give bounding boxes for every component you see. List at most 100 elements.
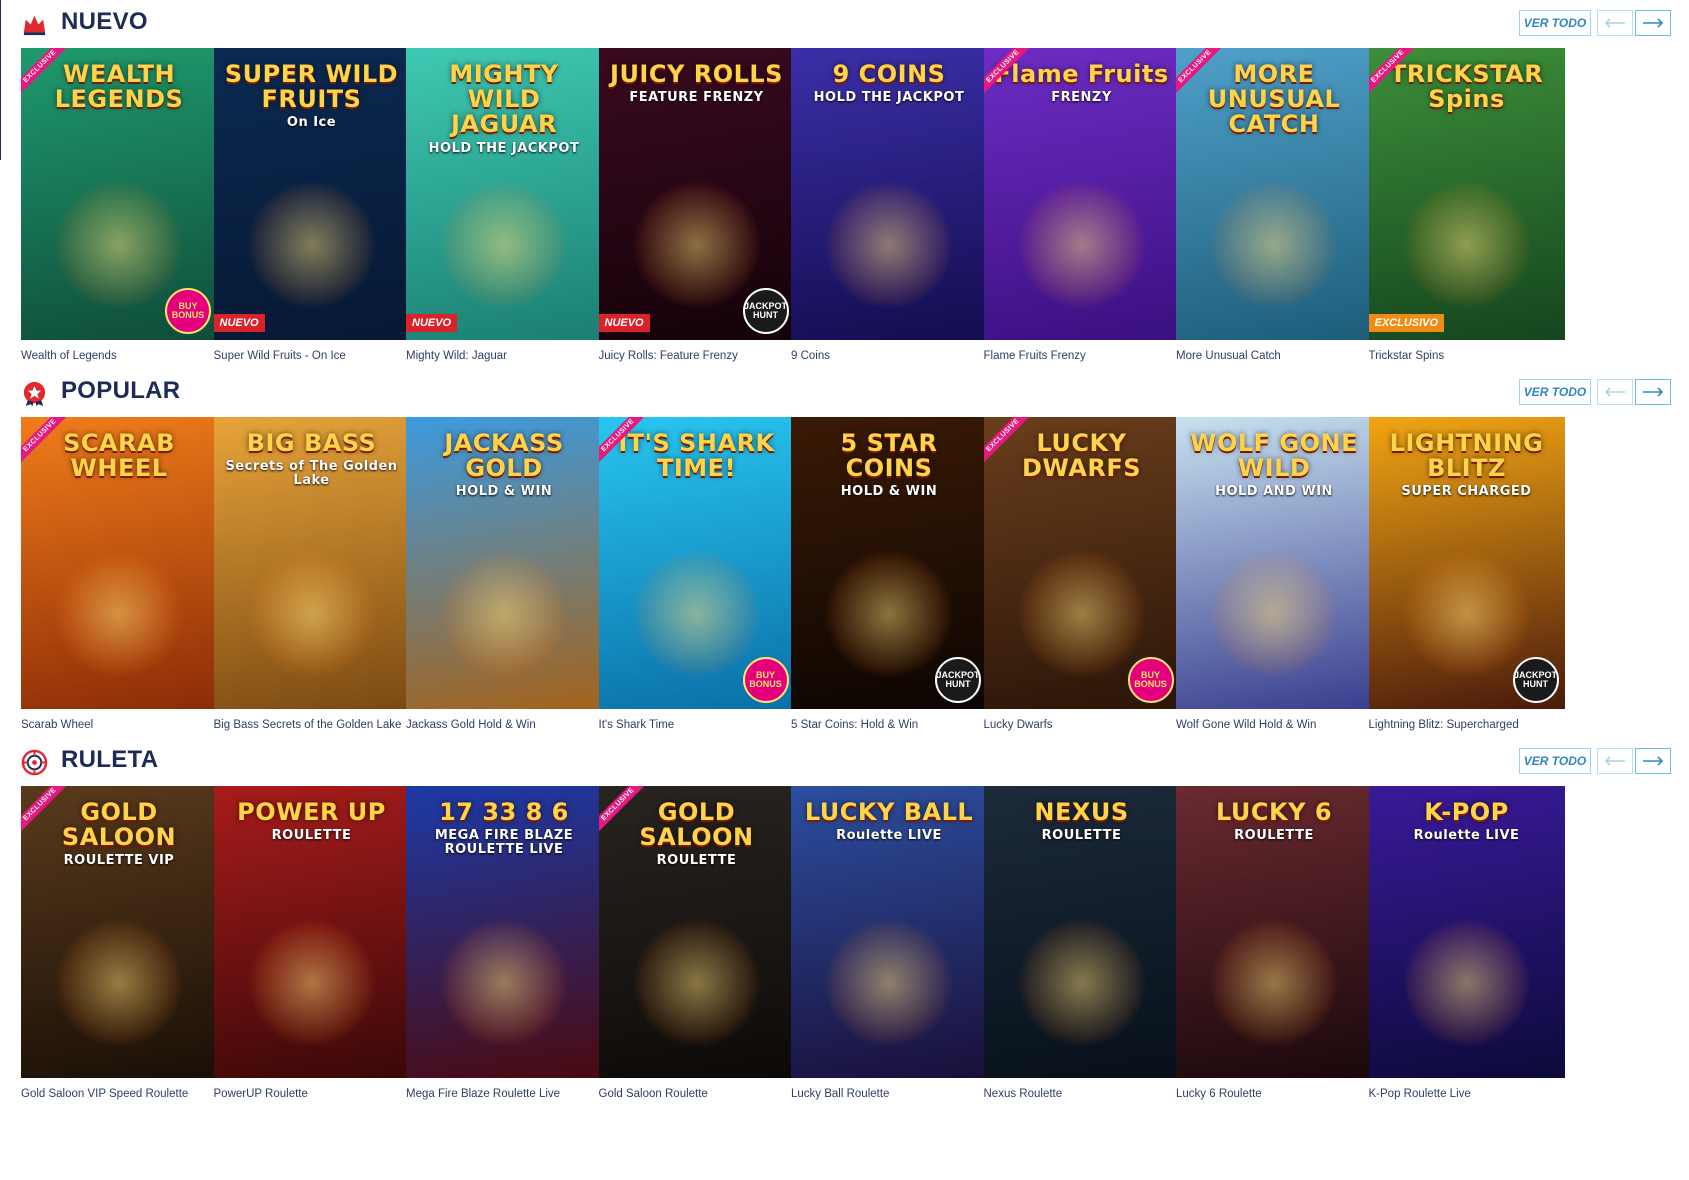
game-thumbnail[interactable]: Flame Fruits FRENZY EXCLUSIVE	[983, 48, 1180, 340]
game-thumbnail[interactable]: TRICKSTAR Spins EXCLUSIVE EXCLUSIVO	[1368, 48, 1565, 340]
game-card[interactable]: 9 COINS HOLD THE JACKPOT 9 Coins	[791, 48, 987, 362]
game-card[interactable]: 17 33 8 6 MEGA FIRE BLAZE ROULETTE LIVE Me…	[406, 786, 602, 1100]
game-thumbnail[interactable]: WOLF GONE WILD HOLD AND WIN	[1176, 417, 1372, 709]
game-name[interactable]: More Unusual Catch	[1176, 350, 1372, 362]
game-card[interactable]: LUCKY DWARFS EXCLUSIVE BUY BONUS Lucky Dwar…	[983, 417, 1180, 731]
game-thumbnail[interactable]: JUICY ROLLS FEATURE FRENZY NUEVO JACKPOT HU…	[598, 48, 795, 340]
game-card[interactable]: MIGHTY WILD JAGUAR HOLD THE JACKPOT NUEVO M…	[406, 48, 602, 362]
game-logo-subtitle: MEGA FIRE BLAZE ROULETTE LIVE	[434, 828, 574, 857]
carousel-prev-button[interactable]	[1597, 10, 1633, 36]
game-thumbnail[interactable]: GOLD SALOON ROULETTE EXCLUSIVE	[598, 786, 795, 1078]
view-all-button[interactable]: VER TODO	[1519, 379, 1591, 405]
game-card[interactable]: JUICY ROLLS FEATURE FRENZY NUEVO JACKPOT HU…	[598, 48, 795, 362]
game-name[interactable]: PowerUP Roulette	[214, 1088, 410, 1100]
game-card[interactable]: Flame Fruits FRENZY EXCLUSIVE Flame Fruits …	[983, 48, 1180, 362]
game-thumbnail[interactable]: LUCKY BALL Roulette LIVE	[791, 786, 987, 1078]
game-card[interactable]: K-POP Roulette LIVE K-Pop Roulette Live	[1368, 786, 1565, 1100]
game-name[interactable]: Lucky Dwarfs	[984, 719, 1180, 731]
game-thumbnail[interactable]: 9 COINS HOLD THE JACKPOT	[791, 48, 987, 340]
artwork-glow	[1016, 549, 1147, 679]
game-thumbnail[interactable]: 17 33 8 6 MEGA FIRE BLAZE ROULETTE LIVE	[406, 786, 602, 1078]
game-name[interactable]: Wolf Gone Wild Hold & Win	[1176, 719, 1372, 731]
game-name[interactable]: Nexus Roulette	[984, 1088, 1180, 1100]
game-name[interactable]: Jackass Gold Hold & Win	[406, 719, 602, 731]
game-card[interactable]: LIGHTNING BLITZ SUPER CHARGED JACKPOT HUNT…	[1368, 417, 1565, 731]
game-name[interactable]: 5 Star Coins: Hold & Win	[791, 719, 987, 731]
game-name[interactable]: Wealth of Legends	[21, 350, 217, 362]
game-logo-subtitle: HOLD AND WIN	[1215, 484, 1333, 500]
game-thumbnail[interactable]: POWER UP ROULETTE	[213, 786, 410, 1078]
section-nuevo: NUEVO VER TODO WEALTH LEGENDS EXCLUSIVE BUY …	[21, 6, 1671, 362]
artwork-glow	[631, 180, 762, 310]
game-card[interactable]: BIG BASS Secrets of The Golden Lake Big Ba…	[213, 417, 410, 731]
carousel-prev-button[interactable]	[1597, 748, 1633, 774]
game-card[interactable]: LUCKY BALL Roulette LIVE Lucky Ball Roulet…	[791, 786, 987, 1100]
game-thumbnail[interactable]: K-POP Roulette LIVE	[1368, 786, 1565, 1078]
game-thumbnail[interactable]: LIGHTNING BLITZ SUPER CHARGED JACKPOT HUNT	[1368, 417, 1565, 709]
game-name[interactable]: Lucky 6 Roulette	[1176, 1088, 1372, 1100]
game-name[interactable]: Mega Fire Blaze Roulette Live	[406, 1088, 602, 1100]
game-thumbnail[interactable]: WEALTH LEGENDS EXCLUSIVE BUY BONUS	[21, 48, 217, 340]
game-thumbnail[interactable]: 5 STAR COINS HOLD & WIN JACKPOT HUNT	[791, 417, 987, 709]
game-thumbnail[interactable]: LUCKY DWARFS EXCLUSIVE BUY BONUS	[983, 417, 1180, 709]
game-name[interactable]: K-Pop Roulette Live	[1369, 1088, 1565, 1100]
artwork-glow	[246, 549, 377, 679]
star-badge-icon	[21, 380, 48, 407]
game-logo-text: IT'S SHARK TIME!	[618, 429, 775, 483]
game-name[interactable]: Big Bass Secrets of the Golden Lake	[214, 719, 410, 731]
game-name[interactable]: Gold Saloon VIP Speed Roulette	[21, 1088, 217, 1100]
game-thumbnail[interactable]: IT'S SHARK TIME! EXCLUSIVE BUY BONUS	[598, 417, 795, 709]
section-title: RULETA	[61, 746, 159, 773]
game-card[interactable]: SUPER WILD FRUITS On Ice NUEVO Super Wild F…	[213, 48, 410, 362]
carousel-next-button[interactable]	[1635, 379, 1671, 405]
game-thumbnail[interactable]: SCARAB WHEEL EXCLUSIVE	[21, 417, 217, 709]
game-card[interactable]: IT'S SHARK TIME! EXCLUSIVE BUY BONUS It's S…	[598, 417, 795, 731]
game-name[interactable]: Trickstar Spins	[1369, 350, 1565, 362]
game-card[interactable]: JACKASS GOLD HOLD & WIN Jackass Gold Hold …	[406, 417, 602, 731]
game-card[interactable]: SCARAB WHEEL EXCLUSIVE Scarab Wheel	[21, 417, 217, 731]
crown-icon	[21, 11, 48, 38]
game-thumbnail[interactable]: MORE UNUSUAL CATCH EXCLUSIVE	[1176, 48, 1372, 340]
game-name[interactable]: Lucky Ball Roulette	[791, 1088, 987, 1100]
view-all-button[interactable]: VER TODO	[1519, 748, 1591, 774]
game-card[interactable]: LUCKY 6 ROULETTE Lucky 6 Roulette	[1176, 786, 1372, 1100]
game-thumbnail[interactable]: MIGHTY WILD JAGUAR HOLD THE JACKPOT NUEVO	[406, 48, 602, 340]
section-title: POPULAR	[61, 377, 181, 404]
game-card[interactable]: NEXUS ROULETTE Nexus Roulette	[983, 786, 1180, 1100]
game-logo-subtitle: HOLD & WIN	[455, 484, 553, 500]
game-thumbnail[interactable]: BIG BASS Secrets of The Golden Lake	[213, 417, 410, 709]
game-card[interactable]: TRICKSTAR Spins EXCLUSIVE EXCLUSIVO Trickst…	[1368, 48, 1565, 362]
game-logo-text: LUCKY BALL Roulette LIVE	[797, 799, 981, 844]
game-name[interactable]: Gold Saloon Roulette	[599, 1088, 795, 1100]
game-name[interactable]: Scarab Wheel	[21, 719, 217, 731]
carousel-next-button[interactable]	[1635, 748, 1671, 774]
game-card[interactable]: GOLD SALOON ROULETTE VIP EXCLUSIVE Gold Sal…	[21, 786, 217, 1100]
game-card[interactable]: WOLF GONE WILD HOLD AND WIN Wolf Gone Wild…	[1176, 417, 1372, 731]
game-thumbnail[interactable]: SUPER WILD FRUITS On Ice NUEVO	[213, 48, 410, 340]
game-name[interactable]: Mighty Wild: Jaguar	[406, 350, 602, 362]
game-card[interactable]: GOLD SALOON ROULETTE EXCLUSIVE Gold Saloon …	[598, 786, 795, 1100]
game-card[interactable]: MORE UNUSUAL CATCH EXCLUSIVE More Unusual …	[1176, 48, 1372, 362]
game-card[interactable]: POWER UP ROULETTE PowerUP Roulette	[213, 786, 410, 1100]
game-card[interactable]: 5 STAR COINS HOLD & WIN JACKPOT HUNT 5 Star…	[791, 417, 987, 731]
game-name[interactable]: 9 Coins	[791, 350, 987, 362]
game-logo-subtitle: ROULETTE	[656, 853, 737, 869]
game-thumbnail[interactable]: GOLD SALOON ROULETTE VIP EXCLUSIVE	[21, 786, 217, 1078]
game-thumbnail[interactable]: LUCKY 6 ROULETTE	[1176, 786, 1372, 1078]
view-all-button[interactable]: VER TODO	[1519, 10, 1591, 36]
game-name[interactable]: Lightning Blitz: Supercharged	[1369, 719, 1565, 731]
artwork-glow	[1401, 549, 1532, 679]
game-thumbnail[interactable]: NEXUS ROULETTE	[983, 786, 1180, 1078]
artwork-glow	[824, 918, 954, 1048]
carousel-next-button[interactable]	[1635, 10, 1671, 36]
game-carousel: SCARAB WHEEL EXCLUSIVE Scarab Wheel BIG BAS…	[21, 417, 1671, 731]
game-name[interactable]: It's Shark Time	[599, 719, 795, 731]
game-thumbnail[interactable]: JACKASS GOLD HOLD & WIN	[406, 417, 602, 709]
game-name[interactable]: Flame Fruits Frenzy	[984, 350, 1180, 362]
game-name[interactable]: Juicy Rolls: Feature Frenzy	[599, 350, 795, 362]
game-card[interactable]: WEALTH LEGENDS EXCLUSIVE BUY BONUS Wealth o…	[21, 48, 217, 362]
carousel-prev-button[interactable]	[1597, 379, 1633, 405]
artwork-glow	[246, 180, 377, 310]
game-name[interactable]: Super Wild Fruits - On Ice	[214, 350, 410, 362]
game-logo-subtitle: Roulette LIVE	[836, 828, 942, 844]
